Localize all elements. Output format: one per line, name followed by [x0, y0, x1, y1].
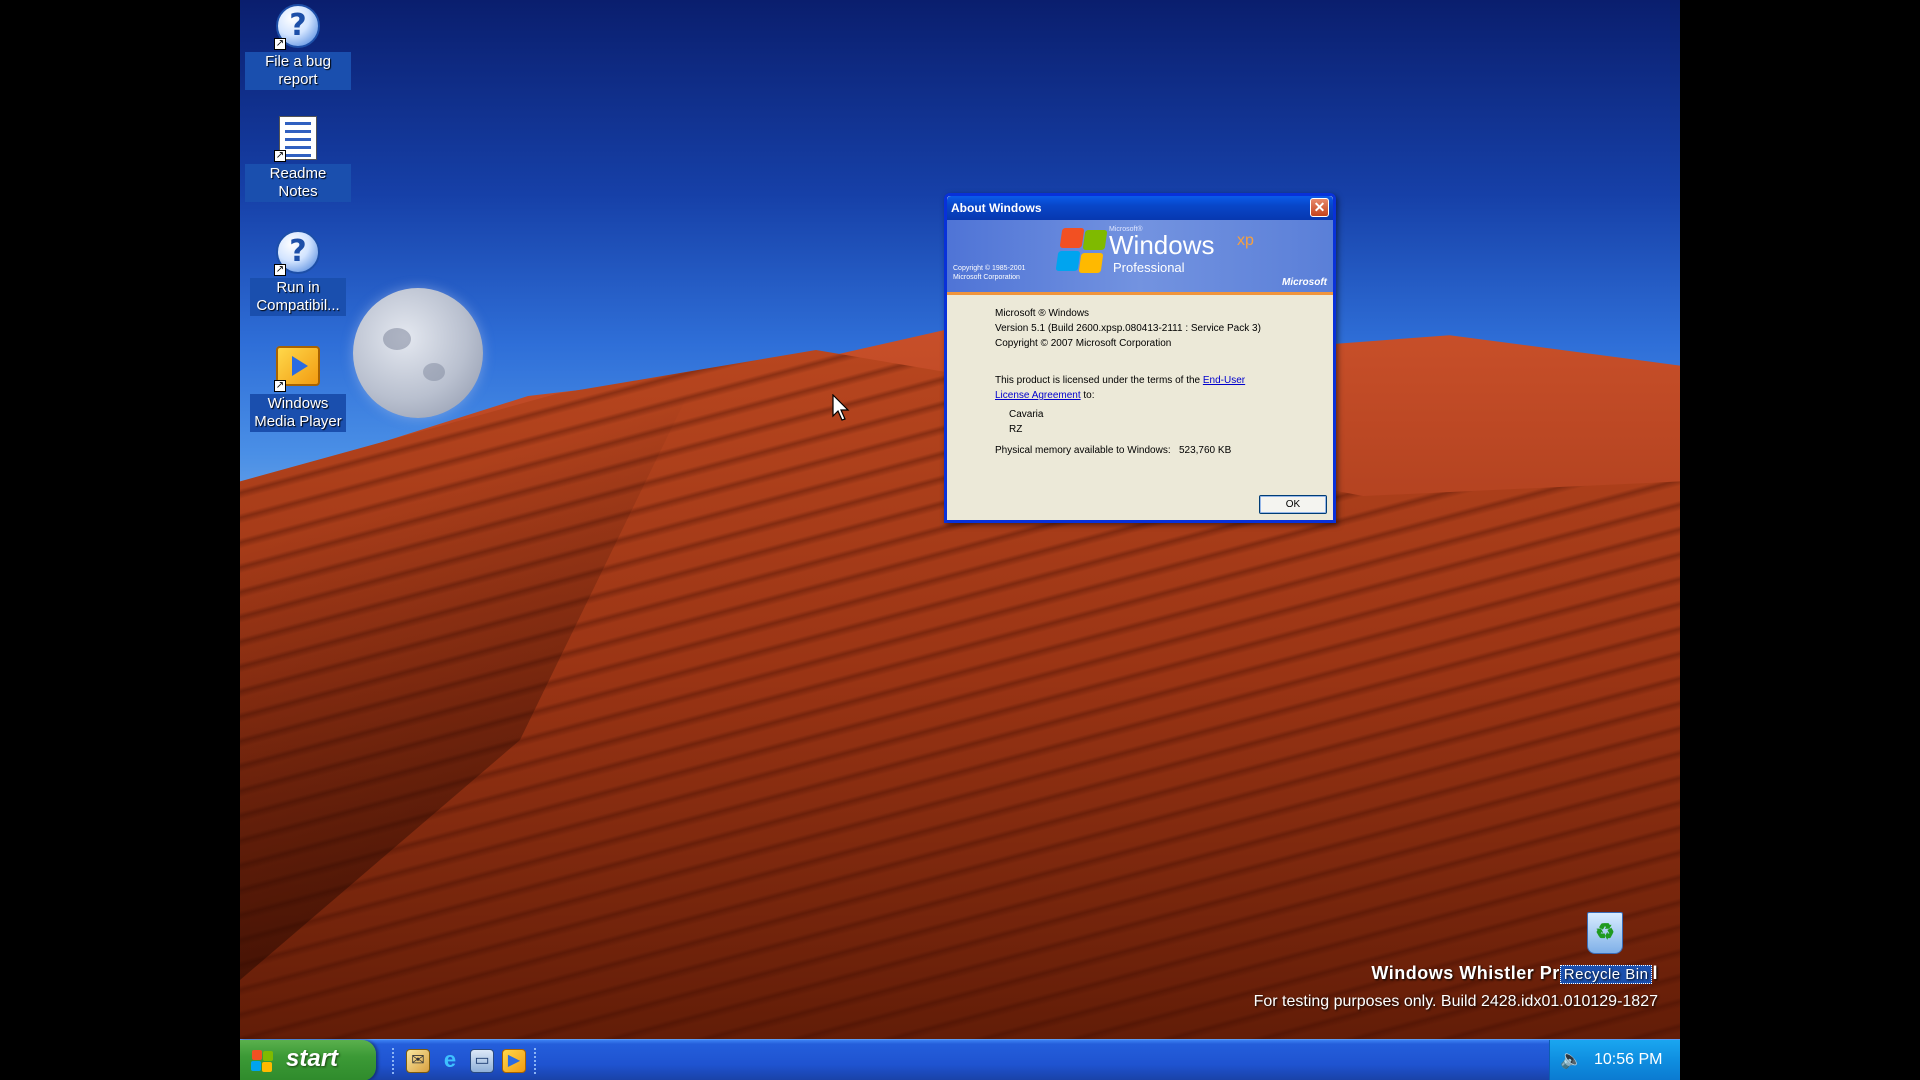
internet-explorer-icon[interactable]: e: [438, 1049, 462, 1073]
desktop-icon-file-bug-report[interactable]: ? ↗ File a bug report: [245, 4, 351, 90]
taskbar: start ✉ e ▭ ▶ 🔈 10:56 PM: [240, 1039, 1680, 1080]
close-button[interactable]: ✕: [1310, 198, 1329, 217]
desktop-icon-run-in-compatibility[interactable]: ? ↗ Run in Compatibil...: [245, 230, 351, 316]
quick-launch-grip-end[interactable]: [534, 1048, 539, 1074]
dialog-title: About Windows: [951, 201, 1042, 215]
banner-copyright: Copyright © 1985-2001 Microsoft Corporat…: [953, 265, 1026, 281]
desktop-icon-label: File a bug report: [245, 52, 351, 90]
licensee-name: Cavaria: [1009, 409, 1044, 420]
banner-windows-text: Windows: [1109, 230, 1215, 260]
license-statement: This product is licensed under the terms…: [995, 375, 1246, 401]
recycle-bin-icon: ♻: [1587, 912, 1623, 954]
desktop-icon-label: Run in Compatibil...: [250, 278, 346, 316]
help-icon: ? ↗: [274, 4, 320, 50]
start-label: start: [286, 1045, 339, 1072]
mouse-cursor-icon: [832, 394, 850, 421]
quick-launch-grip[interactable]: [392, 1048, 397, 1074]
eula-link-continued[interactable]: License Agreement: [995, 390, 1081, 401]
start-button[interactable]: start: [240, 1040, 376, 1080]
build-watermark-title: Windows Whistler Pr Recycle Bin l: [1371, 963, 1658, 984]
product-name: Microsoft ® Windows: [995, 308, 1090, 319]
system-tray: 🔈 10:56 PM: [1549, 1040, 1680, 1080]
memory-value: 523,760 KB: [1178, 445, 1232, 456]
desktop-screen: ? ↗ File a bug report ↗ Readme Notes ? ↗…: [240, 0, 1680, 1080]
volume-icon[interactable]: 🔈: [1560, 1049, 1582, 1070]
banner-edition-text: Professional: [1113, 260, 1185, 275]
desktop-icon-label: Readme Notes: [245, 164, 351, 202]
help-icon: ? ↗: [274, 230, 320, 276]
eula-link[interactable]: End-User: [1203, 375, 1245, 386]
email-icon[interactable]: ✉: [406, 1049, 430, 1073]
version-info: Version 5.1 (Build 2600.xpsp.080413-2111…: [995, 323, 1261, 334]
desktop-icon-windows-media-player[interactable]: ↗ Windows Media Player: [245, 346, 351, 432]
licensee-organization: RZ: [1009, 424, 1023, 435]
windows-logo-icon: [251, 1050, 274, 1072]
clock[interactable]: 10:56 PM: [1594, 1051, 1662, 1069]
microsoft-logo: Microsoft: [1282, 277, 1327, 288]
notes-icon: ↗: [274, 116, 320, 162]
wallpaper-moon: [353, 288, 483, 418]
desktop-icon-recycle-bin[interactable]: ♻: [1552, 912, 1658, 956]
ok-button[interactable]: OK: [1259, 495, 1327, 514]
show-desktop-icon[interactable]: ▭: [470, 1049, 494, 1073]
banner-xp-text: xp: [1237, 232, 1254, 249]
desktop-icon-readme-notes[interactable]: ↗ Readme Notes: [245, 116, 351, 202]
dialog-titlebar[interactable]: About Windows ✕: [947, 196, 1333, 220]
media-player-icon: ↗: [274, 346, 320, 392]
recycle-bin-label[interactable]: Recycle Bin: [1559, 965, 1653, 984]
memory-info: Physical memory available to Windows: 52…: [995, 445, 1232, 456]
close-icon: ✕: [1313, 199, 1326, 215]
windows-flag-icon: [1055, 228, 1108, 273]
desktop-icon-label: Windows Media Player: [250, 394, 346, 432]
dialog-body: Microsoft ® Windows Version 5.1 (Build 2…: [995, 306, 1261, 458]
windows-xp-banner: Copyright © 1985-2001 Microsoft Corporat…: [947, 220, 1333, 295]
build-watermark-subtitle: For testing purposes only. Build 2428.id…: [1253, 993, 1658, 1010]
copyright-info: Copyright © 2007 Microsoft Corporation: [995, 338, 1172, 349]
media-player-icon[interactable]: ▶: [502, 1049, 526, 1073]
about-windows-dialog: About Windows ✕ Copyright © 1985-2001 Mi…: [944, 193, 1336, 523]
